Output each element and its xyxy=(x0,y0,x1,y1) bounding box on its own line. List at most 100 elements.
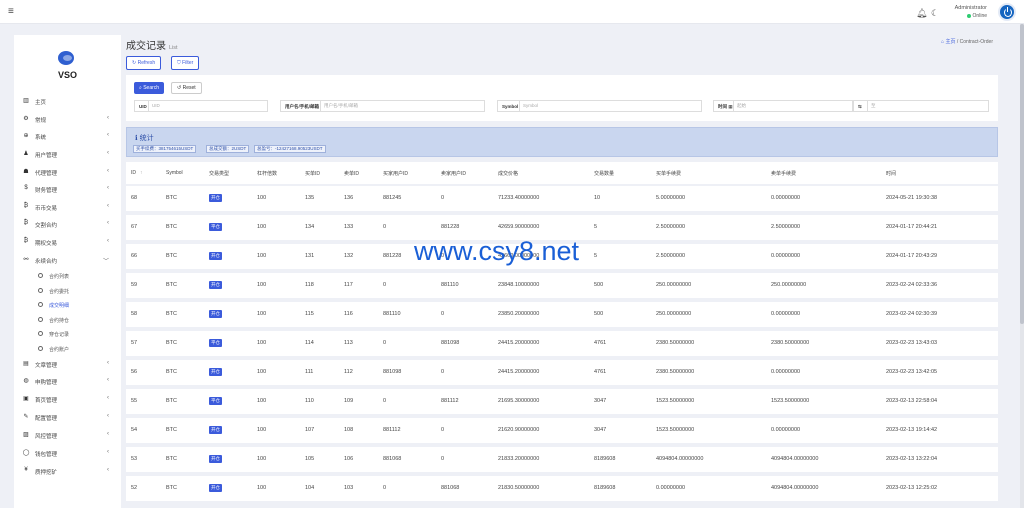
table-cell: 8189608 xyxy=(594,456,616,462)
table-row[interactable]: 52 BTC 开仓 100 104 103 0 881068 21830.50000000 818… xyxy=(126,476,998,501)
table-cell: 2023-02-23 13:43:03 xyxy=(886,340,938,346)
sidebar-item[interactable]: ♟ 用户管理 ‹ xyxy=(14,147,121,161)
table-row[interactable]: 53 BTC 开仓 100 105 106 881068 0 21833.20000000 818… xyxy=(126,447,998,472)
sidebar-item[interactable]: ▣ 首页管理 ‹ xyxy=(14,392,121,406)
account-label: 用户名/手机/邮箱 xyxy=(280,100,320,112)
time-end-input[interactable]: 至 xyxy=(867,100,989,112)
scrollbar-thumb[interactable] xyxy=(1020,24,1024,324)
reset-button[interactable]: ↺ Reset xyxy=(171,82,202,94)
sidebar-item[interactable]: ◯ 钱包管理 ‹ xyxy=(14,446,121,460)
table-cell: BTC xyxy=(166,485,177,491)
table-cell: 2023-02-13 12:25:02 xyxy=(886,485,938,491)
table-row[interactable]: 56 BTC 开仓 100 111 112 881098 0 24415.20000000 476… xyxy=(126,360,998,385)
table-cell: 106 xyxy=(344,456,354,462)
sidebar-item[interactable]: ₿ 币币交易 ‹ xyxy=(14,200,121,214)
wrench-icon: ✎ xyxy=(23,414,29,420)
table-row[interactable]: 54 BTC 开仓 100 107 108 881112 0 21620.90000000 304… xyxy=(126,418,998,443)
table-row[interactable]: 55 BTC 平仓 100 110 109 0 881112 21695.30000000 304… xyxy=(126,389,998,414)
breadcrumb-home[interactable]: ⌂ 主页 xyxy=(941,39,955,45)
table-cell: 2023-02-24 02:33:36 xyxy=(886,282,938,288)
column-header: 杠杆倍数 xyxy=(257,171,278,177)
sidebar-item[interactable]: ₿ 期权交易 ‹ xyxy=(14,235,121,249)
column-header[interactable]: ID xyxy=(131,170,136,176)
table-cell: 4761 xyxy=(594,369,607,375)
chevron-left-icon: ‹ xyxy=(107,203,109,209)
avatar[interactable] xyxy=(998,3,1016,21)
breadcrumb: ⌂ 主页 / Contract-Order xyxy=(941,38,993,45)
hamburger-icon[interactable]: ≡ xyxy=(8,6,14,17)
sidebar-item[interactable]: ▨ 风控管理 ‹ xyxy=(14,428,121,442)
sidebar-item[interactable]: ⚙ 常规 ‹ xyxy=(14,112,121,126)
sidebar-item[interactable]: ▥ 主页 xyxy=(14,94,121,108)
stat-chip-fee: 买手续费：381754615USDT xyxy=(133,145,197,153)
time-separator: ⇆ xyxy=(853,100,867,112)
table-cell: 57 xyxy=(131,340,138,346)
sidebar-subitem[interactable]: 合约列表 xyxy=(14,270,121,282)
page-title: 成交记录 List xyxy=(126,37,178,52)
sidebar-subitem[interactable]: 合约持仓 xyxy=(14,314,121,326)
table-cell: 103 xyxy=(344,485,354,491)
sidebar-subitem[interactable]: 成交明细 xyxy=(14,299,121,311)
trade-type-badge: 开仓 xyxy=(209,368,222,376)
sidebar-item-label: 永续合约 xyxy=(35,259,58,265)
table-cell: 71233.40000000 xyxy=(498,195,540,201)
table-cell: 134 xyxy=(305,224,315,230)
column-header: 买单ID xyxy=(305,171,321,177)
sidebar-item[interactable]: ₿ 交割合约 ‹ xyxy=(14,217,121,231)
status-text: Online xyxy=(972,13,987,19)
filter-button[interactable]: ⛉ Filter xyxy=(171,56,200,70)
sidebar-item[interactable]: ✎ 配置管理 ‹ xyxy=(14,410,121,424)
table-cell: 0 xyxy=(441,456,445,462)
dashboard-icon: ▥ xyxy=(23,98,29,104)
symbol-input[interactable]: Symbol xyxy=(519,100,702,112)
sidebar-item[interactable]: ☗ 代理管理 ‹ xyxy=(14,165,121,179)
uid-input[interactable]: UID xyxy=(148,100,268,112)
table-cell: 0.00000000 xyxy=(771,195,801,201)
sidebar-subitem-label: 穿仓记录 xyxy=(49,332,70,338)
sidebar-item[interactable]: ▤ 文章管理 ‹ xyxy=(14,357,121,371)
sidebar-item[interactable]: ◍ 申购管理 ‹ xyxy=(14,374,121,388)
moon-icon[interactable]: ☾ xyxy=(931,8,939,19)
table-cell: 21620.90000000 xyxy=(498,427,540,433)
sidebar-subitem-label: 成交明细 xyxy=(49,303,70,309)
sidebar-item[interactable]: $ 财务管理 ‹ xyxy=(14,182,121,196)
circle-icon xyxy=(38,288,43,293)
sidebar-item[interactable]: ⚯ 永续合约 ﹀ xyxy=(14,253,121,267)
refresh-button[interactable]: ↻ Refresh xyxy=(126,56,162,70)
table-cell: 136 xyxy=(344,195,354,201)
sidebar-item-label: 申购管理 xyxy=(35,380,58,386)
sidebar-subitem[interactable]: 穿仓记录 xyxy=(14,328,121,340)
table-cell: 24415.20000000 xyxy=(498,340,540,346)
table-row[interactable]: 68 BTC 开仓 100 135 136 881245 0 71233.40000000 10 5… xyxy=(126,186,998,211)
account-input[interactable]: 用户名/手机/邮箱 xyxy=(320,100,485,112)
table-cell: 5 xyxy=(594,224,598,230)
table-row[interactable]: 58 BTC 开仓 100 115 116 881110 0 23850.20000000 500… xyxy=(126,302,998,327)
sidebar-item[interactable]: ⊕ 系统 ‹ xyxy=(14,129,121,143)
table-cell: 10 xyxy=(594,195,601,201)
table-row[interactable]: 57 BTC 平仓 100 114 113 0 881098 24415.20000000 476… xyxy=(126,331,998,356)
sidebar-subitem[interactable]: 合约账户 xyxy=(14,343,121,355)
table-cell: 8189608 xyxy=(594,485,616,491)
refresh-icon: ↻ xyxy=(132,60,137,66)
bitcoin-icon: ₿ xyxy=(23,203,29,209)
table-row[interactable]: 59 BTC 开仓 100 118 117 0 881110 23848.10000000 500… xyxy=(126,273,998,298)
table-cell: 4094804.00000000 xyxy=(656,456,704,462)
sort-icon[interactable]: ↑ xyxy=(140,170,143,176)
page-scrollbar[interactable] xyxy=(1020,24,1024,508)
table-cell: 881068 xyxy=(383,456,402,462)
table-cell: 66 xyxy=(131,253,138,259)
search-button[interactable]: ⌕ Search xyxy=(134,82,165,94)
info-icon: ℹ xyxy=(135,135,138,142)
table-cell: 0 xyxy=(383,485,387,491)
sidebar-item[interactable]: ¥ 质押挖矿 ‹ xyxy=(14,464,121,478)
bell-icon[interactable]: 🔔︎ xyxy=(916,8,927,19)
bitcoin-icon: ₿ xyxy=(23,220,29,226)
article-icon: ▤ xyxy=(23,361,29,367)
sidebar-item-label: 钱包管理 xyxy=(35,452,58,458)
table-cell: 881112 xyxy=(383,427,401,433)
sidebar-subitem[interactable]: 合约委托 xyxy=(14,285,121,297)
uid-label: UID xyxy=(134,100,148,112)
table-cell: 100 xyxy=(257,282,267,288)
time-start-input[interactable]: 起始 xyxy=(733,100,853,112)
table-cell: 2024-01-17 20:44:21 xyxy=(886,224,938,230)
